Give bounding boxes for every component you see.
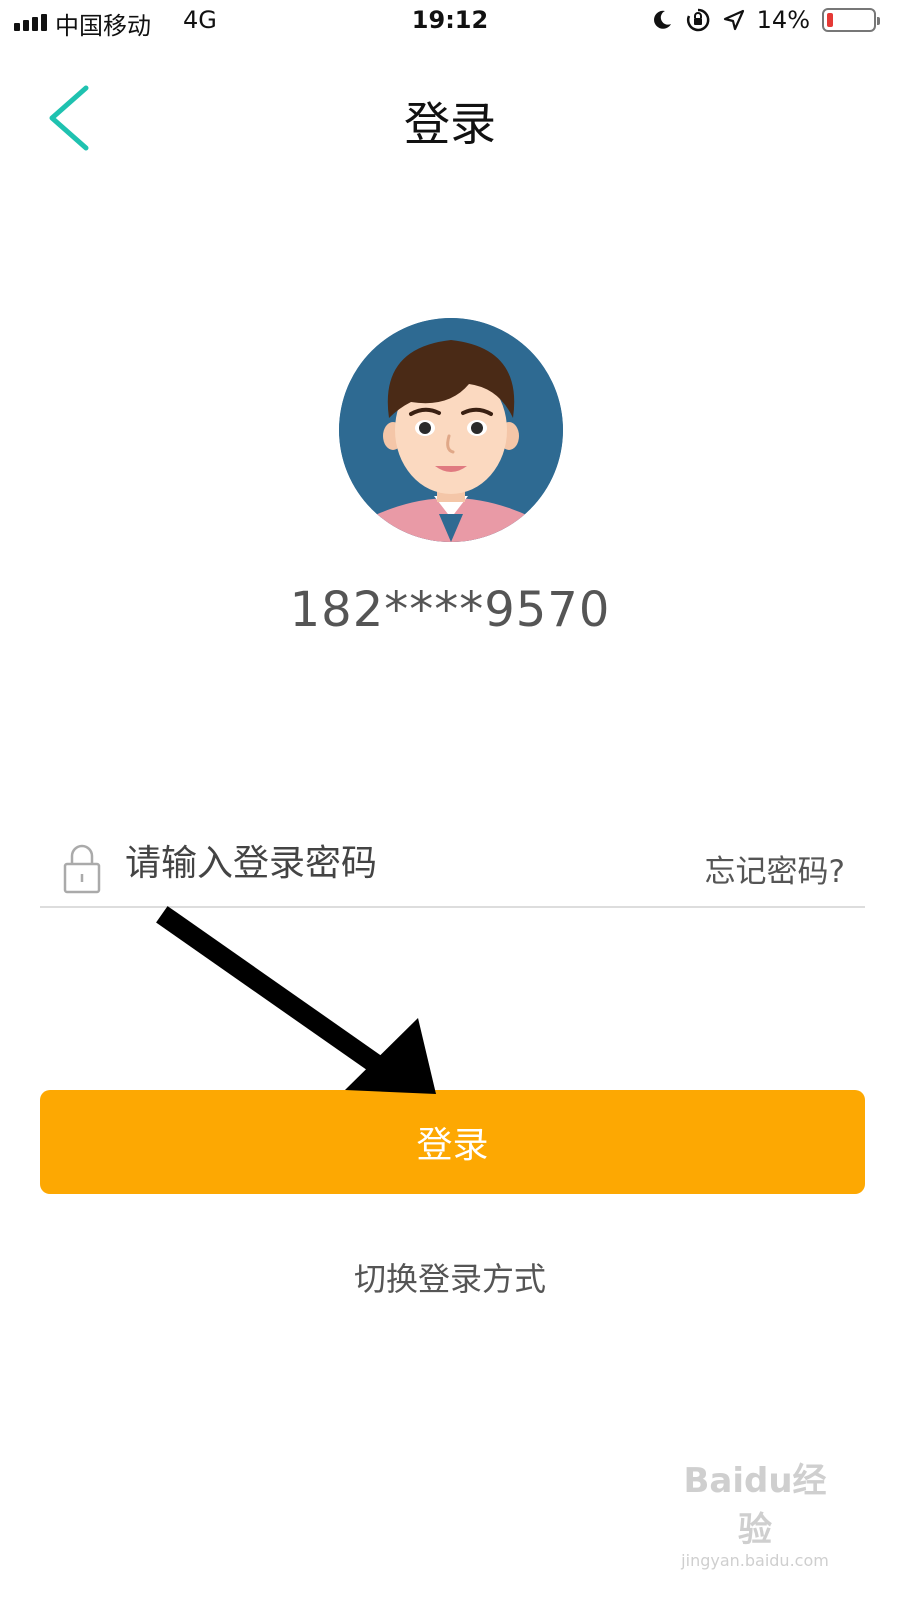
moon-icon <box>653 10 671 29</box>
status-bar: 中国移动 4G 19:12 14% <box>0 0 900 44</box>
login-button[interactable]: 登录 <box>40 1090 865 1194</box>
user-avatar <box>339 318 563 542</box>
annotation-arrow <box>156 906 436 1094</box>
rotation-lock-icon <box>686 8 710 32</box>
forgot-password-link[interactable]: 忘记密码? <box>705 846 845 891</box>
watermark-url: jingyan.baidu.com <box>681 1551 829 1570</box>
status-indicators: 14% <box>651 6 880 34</box>
password-row: 忘记密码? <box>40 820 865 908</box>
baidu-watermark: Baidu经验 jingyan.baidu.com <box>670 1453 840 1570</box>
location-icon <box>723 9 744 31</box>
battery-icon <box>822 8 880 32</box>
account-phone: 182****9570 <box>289 582 611 638</box>
page-title: 登录 <box>404 97 496 151</box>
lock-icon <box>63 844 101 894</box>
battery-percent: 14% <box>756 6 810 34</box>
battery-level-fill <box>827 13 834 27</box>
password-input[interactable] <box>125 834 645 892</box>
switch-login-method-link[interactable]: 切换登录方式 <box>0 1254 900 1300</box>
watermark-logo: Baidu经验 <box>683 1461 827 1550</box>
